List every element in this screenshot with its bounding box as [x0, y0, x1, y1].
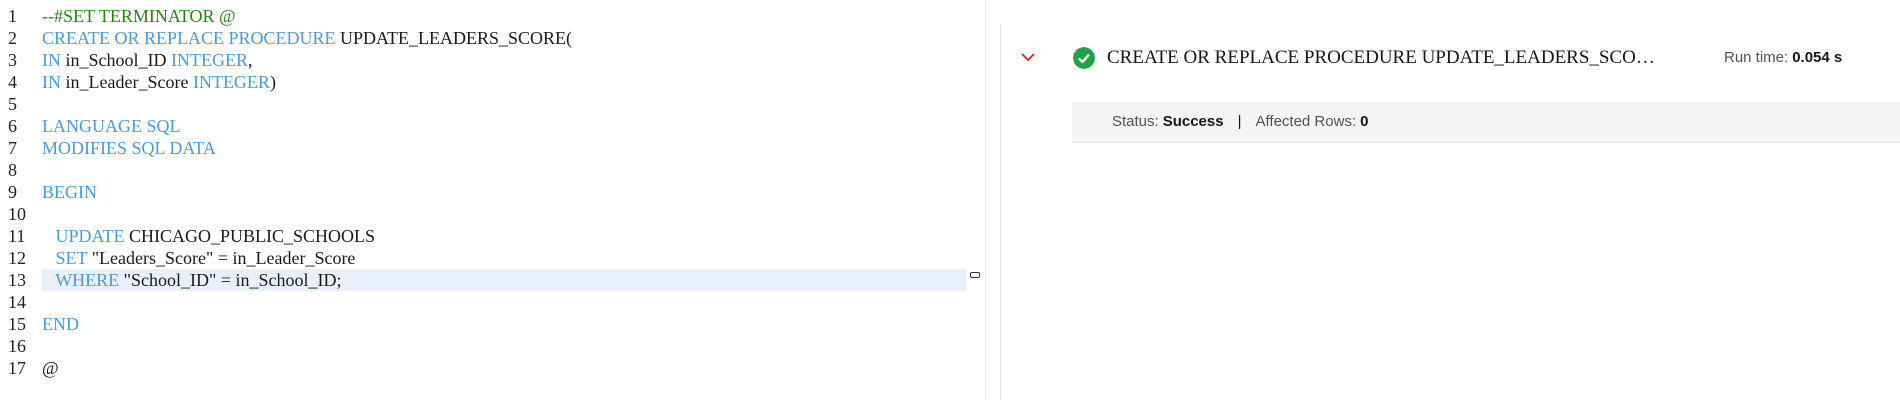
sql-text: ,	[247, 50, 253, 70]
sql-keyword: IN	[42, 72, 61, 92]
code-line[interactable]: 12 SET "Leaders_Score" = in_Leader_Score	[0, 247, 985, 269]
affected-rows-value: 0	[1360, 113, 1369, 130]
sql-keyword: UPDATE	[55, 226, 125, 246]
line-number: 13	[8, 270, 26, 290]
code-text[interactable]: LANGUAGE SQL	[42, 115, 181, 137]
sql-text: )	[269, 72, 276, 92]
sql-text: @	[42, 358, 59, 378]
line-number: 16	[8, 336, 26, 356]
code-line[interactable]: 17 @	[0, 357, 985, 379]
sql-text: "School_ID" = in_School_ID;	[119, 270, 342, 290]
line-number: 6	[8, 116, 17, 136]
sql-keyword: LANGUAGE SQL	[42, 116, 181, 136]
code-line[interactable]: 5	[0, 93, 985, 115]
chevron-down-icon[interactable]	[1018, 48, 1038, 68]
code-text[interactable]: CREATE OR REPLACE PROCEDURE UPDATE_LEADE…	[42, 27, 572, 49]
line-number: 9	[8, 182, 17, 202]
code-line[interactable]: 4 IN in_Leader_Score INTEGER)	[0, 71, 985, 93]
sql-keyword: INTEGER	[192, 72, 270, 92]
sql-text: in_Leader_Score	[61, 72, 193, 92]
code-line[interactable]: 10	[0, 203, 985, 225]
line-number: 1	[8, 6, 17, 26]
status-label: Status:	[1112, 113, 1159, 130]
query-title: CREATE OR REPLACE PROCEDURE UPDATE_LEADE…	[1107, 47, 1667, 68]
code-text[interactable]: END	[42, 313, 79, 335]
line-number: 3	[8, 50, 17, 70]
status-bar: Status: Success | Affected Rows: 0	[1072, 102, 1900, 143]
code-line[interactable]: 6 LANGUAGE SQL	[0, 115, 985, 137]
sql-keyword: WHERE	[55, 270, 120, 290]
status-separator: |	[1237, 113, 1242, 130]
line-number: 8	[8, 160, 17, 180]
code-line-current[interactable]: 13 WHERE "School_ID" = in_School_ID;	[0, 269, 985, 291]
code-line[interactable]: 1 --#SET TERMINATOR @	[0, 5, 985, 27]
sql-comment: --#SET TERMINATOR @	[42, 6, 236, 26]
overview-ruler-marker	[970, 272, 980, 278]
line-number: 4	[8, 72, 17, 92]
line-number: 11	[8, 226, 26, 246]
code-line[interactable]: 8	[0, 159, 985, 181]
line-number: 10	[8, 204, 26, 224]
code-text[interactable]: MODIFIES SQL DATA	[42, 137, 216, 159]
line-number: 17	[8, 358, 26, 378]
code-text[interactable]: BEGIN	[42, 181, 97, 203]
code-text[interactable]: UPDATE CHICAGO_PUBLIC_SCHOOLS	[42, 225, 376, 247]
code-line[interactable]: 2 CREATE OR REPLACE PROCEDURE UPDATE_LEAD…	[0, 27, 985, 49]
code-text[interactable]: --#SET TERMINATOR @	[42, 5, 236, 27]
sql-keyword: SET	[55, 248, 88, 268]
status-value: Success	[1162, 113, 1224, 130]
code-line[interactable]: 3 IN in_School_ID INTEGER,	[0, 49, 985, 71]
result-header[interactable]: CREATE OR REPLACE PROCEDURE UPDATE_LEADE…	[1001, 38, 1900, 80]
code-line[interactable]: 16	[0, 335, 985, 357]
sql-keyword: END	[42, 314, 79, 334]
code-text[interactable]: @	[42, 357, 59, 379]
sql-keyword: INTEGER	[171, 50, 248, 70]
code-text[interactable]: WHERE "School_ID" = in_School_ID;	[42, 269, 342, 291]
code-line[interactable]: 9 BEGIN	[0, 181, 985, 203]
code-text[interactable]: IN in_School_ID INTEGER,	[42, 49, 252, 71]
line-number: 7	[8, 138, 17, 158]
code-text[interactable]: IN in_Leader_Score INTEGER)	[42, 71, 276, 93]
sql-text: "Leaders_Score" = in_Leader_Score	[87, 248, 356, 268]
run-time: Run time: 0.054 s	[1724, 47, 1842, 69]
results-panel: CREATE OR REPLACE PROCEDURE UPDATE_LEADE…	[1001, 0, 1900, 400]
line-number: 15	[8, 314, 26, 334]
sql-keyword: IN	[42, 50, 61, 70]
run-time-label: Run time:	[1724, 49, 1789, 66]
editor-divider	[985, 0, 986, 400]
run-time-value: 0.054 s	[1792, 49, 1843, 66]
line-number: 12	[8, 248, 26, 268]
sql-keyword: CREATE OR REPLACE PROCEDURE	[42, 28, 336, 48]
sql-keyword: BEGIN	[42, 182, 97, 202]
code-line[interactable]: 11 UPDATE CHICAGO_PUBLIC_SCHOOLS	[0, 225, 985, 247]
sql-keyword: MODIFIES SQL DATA	[42, 138, 216, 158]
code-line[interactable]: 14	[0, 291, 985, 313]
line-number: 2	[8, 28, 17, 48]
line-number: 5	[8, 94, 17, 114]
code-line[interactable]: 15 END	[0, 313, 985, 335]
sql-editor[interactable]: 1 --#SET TERMINATOR @ 2 CREATE OR REPLACE P…	[0, 0, 985, 400]
sql-text: CHICAGO_PUBLIC_SCHOOLS	[124, 226, 376, 246]
success-check-icon	[1073, 47, 1095, 69]
sql-text: in_School_ID	[61, 50, 171, 70]
code-line[interactable]: 7 MODIFIES SQL DATA	[0, 137, 985, 159]
sql-text: UPDATE_LEADERS_SCORE(	[335, 28, 573, 48]
code-text[interactable]: SET "Leaders_Score" = in_Leader_Score	[42, 247, 356, 269]
line-number: 14	[8, 292, 26, 312]
affected-rows-label: Affected Rows:	[1255, 113, 1357, 130]
